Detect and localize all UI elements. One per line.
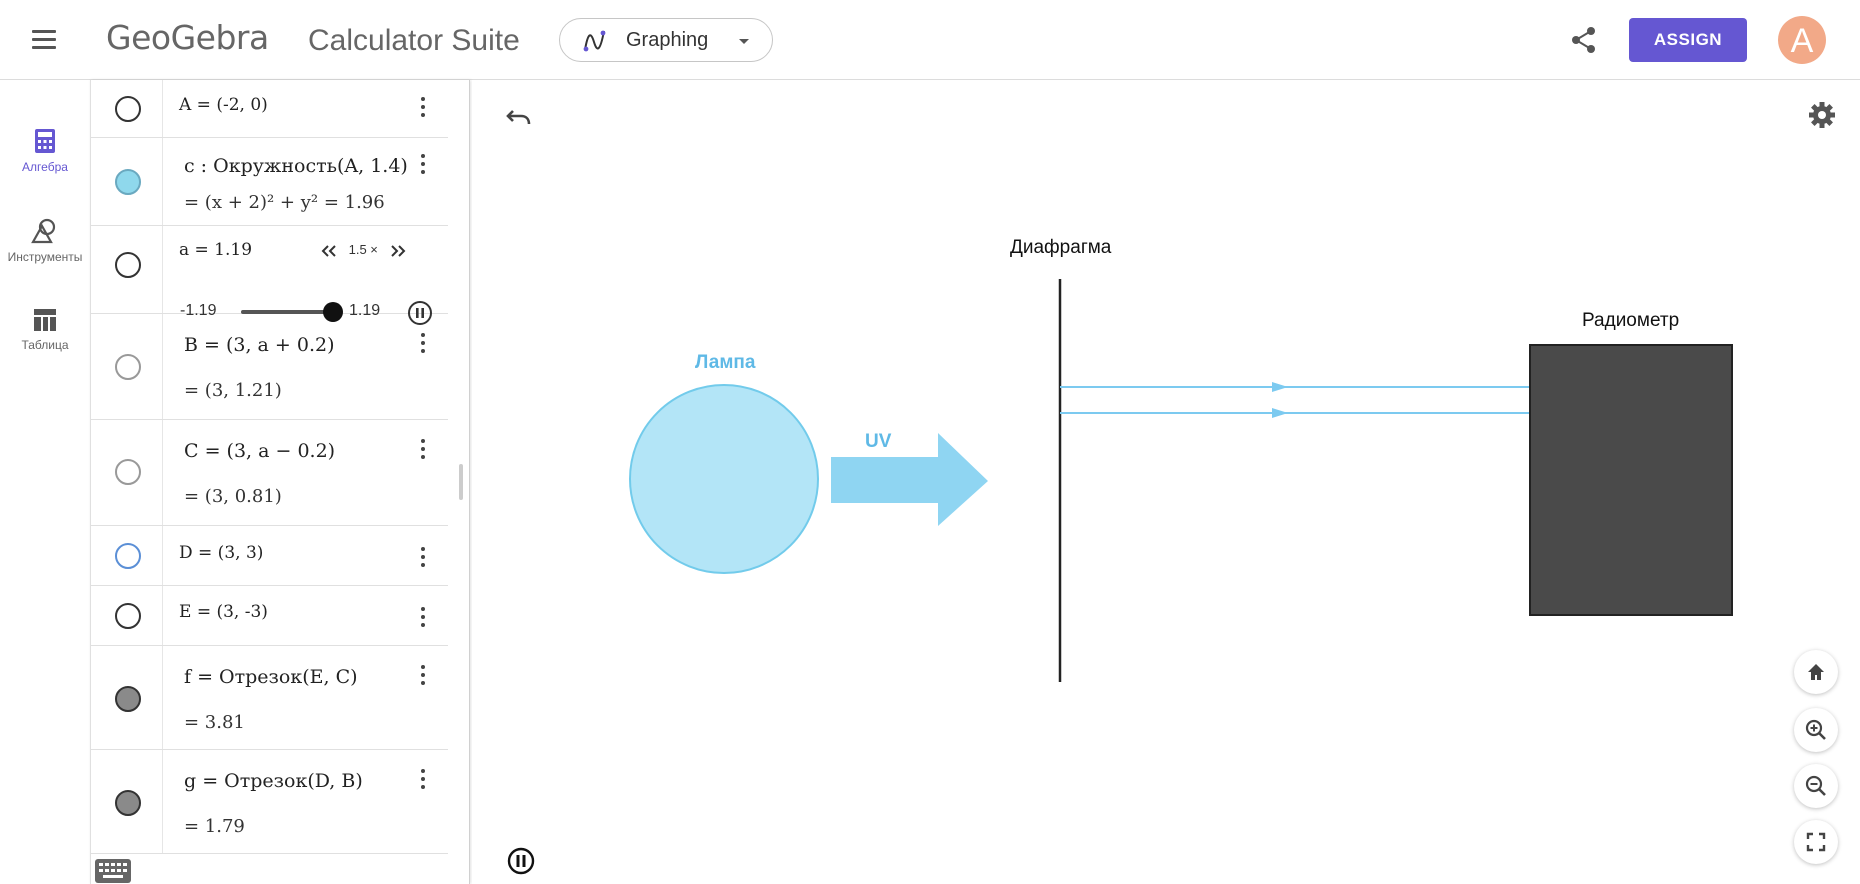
rail-item-table[interactable]: Таблица	[0, 308, 90, 388]
more-options-icon[interactable]	[413, 94, 433, 122]
algebra-output: = (3, 1.21)	[184, 380, 282, 401]
graphics-canvas[interactable]	[472, 80, 1860, 884]
tools-shapes-icon	[31, 218, 56, 244]
visibility-toggle[interactable]	[115, 459, 141, 485]
beam-lower-arrowhead	[1272, 408, 1288, 418]
rail-item-algebra[interactable]: Алгебра	[0, 128, 90, 208]
geogebra-logo[interactable]: GeoGebra	[106, 18, 269, 57]
algebra-expression[interactable]: f = Отрезок(E, C)	[184, 666, 358, 688]
lamp-circle[interactable]	[629, 384, 819, 574]
algebra-row-b-point[interactable]: B = (3, a + 0.2) = (3, 1.21)	[91, 314, 448, 420]
table-icon	[34, 309, 56, 331]
fullscreen-button[interactable]	[1794, 820, 1838, 864]
panel-scrollbar[interactable]	[459, 464, 463, 500]
algebra-output: = (3, 0.81)	[184, 486, 282, 507]
algebra-row-circle-c[interactable]: c : Окружность(A, 1.4) = (x + 2)² + y² =…	[91, 138, 448, 226]
speed-up-icon[interactable]	[388, 244, 408, 258]
graphing-icon	[583, 30, 606, 52]
algebra-output: = 1.79	[184, 816, 245, 837]
app-switcher-label: Graphing	[626, 29, 709, 51]
undo-icon[interactable]	[503, 102, 533, 132]
algebra-row-segment-f[interactable]: f = Отрезок(E, C) = 3.81	[91, 646, 448, 750]
visibility-toggle[interactable]	[115, 790, 141, 816]
visibility-toggle[interactable]	[115, 96, 141, 122]
caret-down-icon	[739, 39, 749, 44]
algebra-panel: A = (-2, 0) c : Окружность(A, 1.4) = (x …	[90, 80, 470, 884]
algebra-row-e-point[interactable]: E = (3, -3)	[91, 586, 448, 646]
uv-arrow-shape[interactable]	[831, 433, 988, 526]
visibility-toggle[interactable]	[115, 354, 141, 380]
algebra-expression[interactable]: E = (3, -3)	[179, 602, 268, 622]
diaphragm-label: Диафрагма	[1010, 237, 1112, 258]
app-title: Calculator Suite	[308, 24, 520, 57]
graphics-view[interactable]: Лампа UV Диафрагма Радиометр	[472, 80, 1860, 884]
rail-label-algebra: Алгебра	[22, 160, 68, 174]
more-options-icon[interactable]	[413, 330, 433, 358]
zoom-in-icon	[1805, 719, 1826, 740]
app-switcher-dropdown[interactable]: Graphing	[559, 18, 773, 62]
home-view-button[interactable]	[1794, 650, 1838, 694]
hamburger-menu-icon[interactable]	[28, 24, 60, 56]
algebra-output: = (x + 2)² + y² = 1.96	[184, 192, 385, 213]
algebra-expression[interactable]: c : Окружность(A, 1.4)	[184, 155, 408, 177]
calculator-icon	[35, 129, 55, 153]
algebra-row-d-point[interactable]: D = (3, 3)	[91, 526, 448, 586]
rail-label-table: Таблица	[21, 338, 69, 352]
algebra-row-segment-g[interactable]: g = Отрезок(D, B) = 1.79	[91, 750, 448, 854]
pause-animation-icon[interactable]	[506, 846, 536, 876]
animation-speed: 1.5 ×	[348, 242, 378, 257]
gear-icon[interactable]	[1807, 100, 1837, 130]
zoom-out-button[interactable]	[1794, 764, 1838, 808]
algebra-row-a-point[interactable]: A = (-2, 0)	[91, 80, 448, 138]
animation-speed-control[interactable]: 1.5 ×	[319, 242, 408, 258]
radiometer-label: Радиометр	[1582, 310, 1680, 331]
algebra-expression[interactable]: D = (3, 3)	[179, 543, 263, 563]
fullscreen-icon	[1806, 832, 1826, 852]
rail-item-tools[interactable]: Инструменты	[0, 218, 90, 298]
lamp-label: Лампа	[695, 352, 756, 373]
geogebra-app: GeoGebra Calculator Suite Graphing ASSIG…	[0, 0, 1860, 884]
home-icon	[1808, 664, 1824, 680]
uv-label: UV	[865, 431, 892, 452]
radiometer-box[interactable]	[1529, 344, 1733, 616]
zoom-in-button[interactable]	[1794, 708, 1838, 752]
assign-button[interactable]: ASSIGN	[1629, 18, 1747, 62]
top-header: GeoGebra Calculator Suite Graphing ASSIG…	[0, 0, 1860, 80]
user-avatar[interactable]: A	[1778, 16, 1826, 64]
algebra-expression[interactable]: A = (-2, 0)	[179, 95, 268, 115]
visibility-toggle[interactable]	[115, 169, 141, 195]
zoom-out-icon	[1805, 775, 1826, 796]
visibility-toggle[interactable]	[115, 603, 141, 629]
algebra-output: = 3.81	[184, 712, 245, 733]
algebra-expression[interactable]: g = Отрезок(D, B)	[184, 770, 363, 792]
view-rail: Алгебра Инструменты Таблица	[0, 80, 90, 884]
more-options-icon[interactable]	[413, 604, 433, 632]
visibility-toggle[interactable]	[115, 252, 141, 278]
more-options-icon[interactable]	[413, 151, 433, 179]
algebra-expression[interactable]: B = (3, a + 0.2)	[184, 334, 335, 356]
visibility-toggle[interactable]	[115, 686, 141, 712]
keyboard-icon[interactable]	[94, 858, 132, 884]
share-icon[interactable]	[1568, 24, 1600, 56]
algebra-row-c-point[interactable]: C = (3, a − 0.2) = (3, 0.81)	[91, 420, 448, 526]
more-options-icon[interactable]	[413, 766, 433, 794]
more-options-icon[interactable]	[413, 436, 433, 464]
algebra-row-slider-a[interactable]: a = 1.19 1.5 × -1.19 1.19	[91, 226, 448, 325]
more-options-icon[interactable]	[413, 662, 433, 690]
algebra-expression[interactable]: a = 1.19	[179, 240, 252, 260]
visibility-toggle[interactable]	[115, 543, 141, 569]
more-options-icon[interactable]	[413, 544, 433, 572]
algebra-expression[interactable]: C = (3, a − 0.2)	[184, 440, 335, 462]
slow-down-icon[interactable]	[319, 244, 339, 258]
beam-upper-arrowhead	[1272, 382, 1288, 392]
rail-label-tools: Инструменты	[7, 250, 83, 264]
